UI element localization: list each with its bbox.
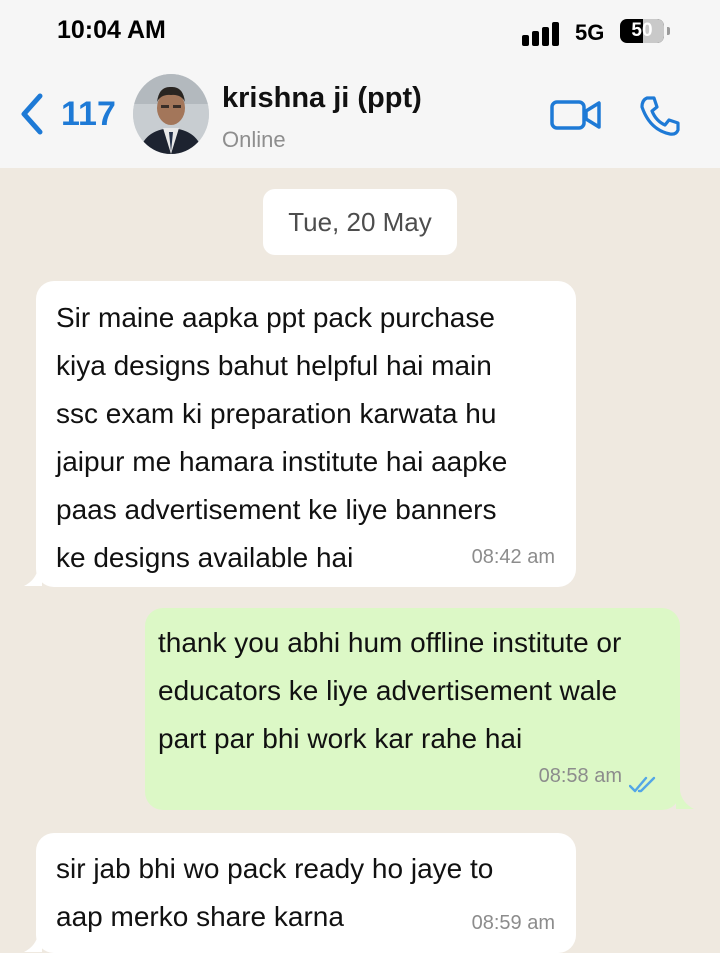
message-time: 08:42 am xyxy=(471,546,555,568)
message-time: 08:59 am xyxy=(471,912,555,934)
battery-nub xyxy=(667,27,670,35)
message-bubble-outgoing[interactable]: thank you abhi hum offline institute or … xyxy=(145,608,680,810)
battery-icon: 50 xyxy=(620,19,664,43)
contact-name[interactable]: krishna ji (ppt) xyxy=(222,82,422,115)
contact-status: Online xyxy=(222,127,286,152)
signal-icon xyxy=(522,22,562,46)
message-text: thank you abhi hum offline institute or … xyxy=(158,627,622,754)
double-check-read-icon xyxy=(629,776,656,793)
phone-call-icon[interactable] xyxy=(638,94,682,138)
status-bar: 10:04 AM 5G 50 xyxy=(0,0,720,62)
avatar[interactable] xyxy=(133,74,209,154)
video-call-icon[interactable] xyxy=(550,98,602,132)
chat-area[interactable]: Tue, 20 May Sir maine aapka ppt pack pur… xyxy=(0,168,720,953)
message-bubble-incoming[interactable]: sir jab bhi wo pack ready ho jaye to aap… xyxy=(36,833,576,953)
back-chevron-icon[interactable] xyxy=(18,92,48,136)
chat-header: 117 krishna ji (ppt) Online xyxy=(0,62,720,168)
message-bubble-incoming[interactable]: Sir maine aapka ppt pack purchase kiya d… xyxy=(36,281,576,587)
back-button-unread-count[interactable]: 117 xyxy=(61,95,116,134)
battery-level: 50 xyxy=(631,20,653,41)
date-chip: Tue, 20 May xyxy=(263,189,457,255)
status-time: 10:04 AM xyxy=(57,16,166,44)
network-type: 5G xyxy=(575,20,605,45)
message-time: 08:58 am xyxy=(538,765,622,787)
